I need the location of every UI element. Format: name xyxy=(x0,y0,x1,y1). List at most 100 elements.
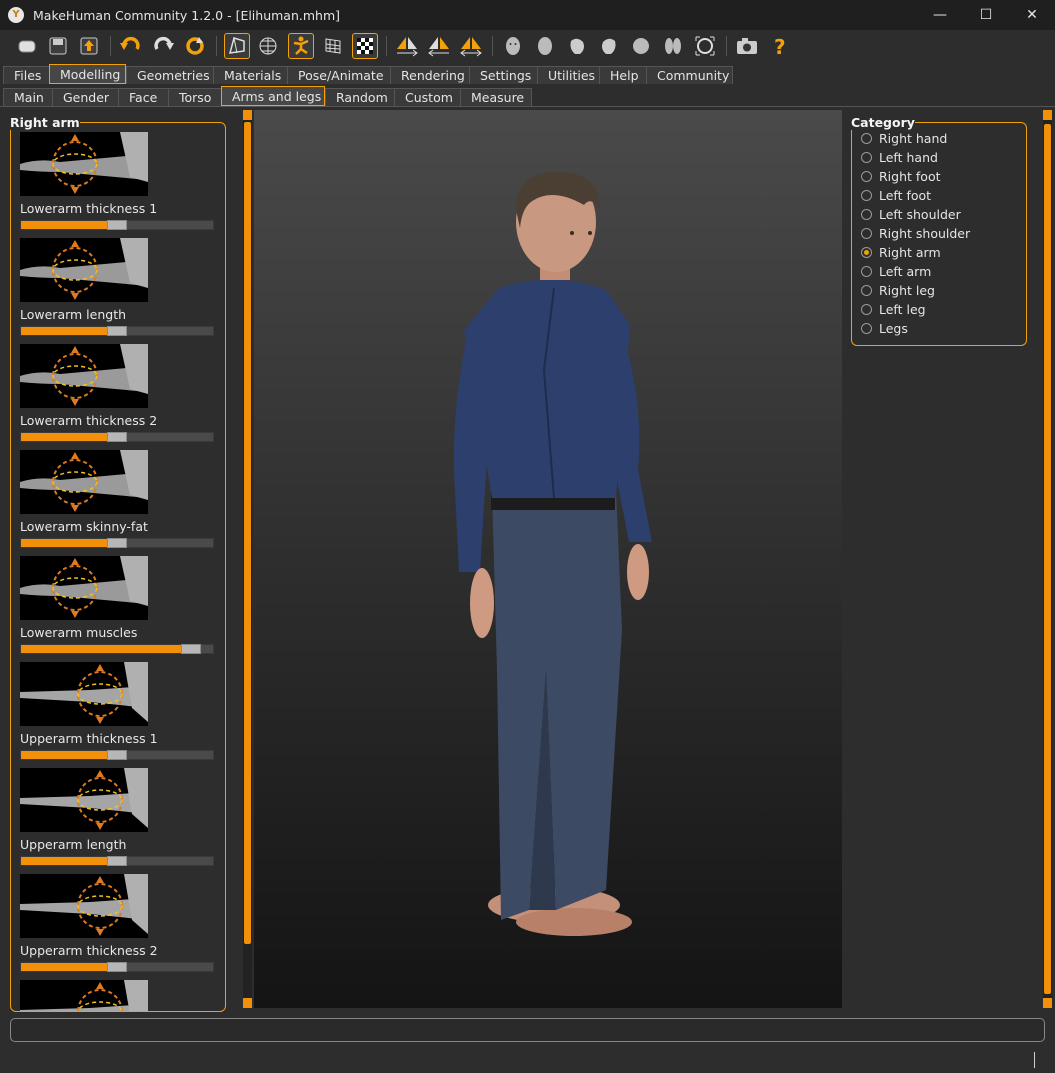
modifier-label: Lowerarm thickness 2 xyxy=(20,413,158,428)
modifier-slider[interactable] xyxy=(20,750,214,760)
smooth-icon[interactable] xyxy=(224,33,250,59)
category-option[interactable]: Left arm xyxy=(861,262,931,281)
pose-icon[interactable] xyxy=(288,33,314,59)
close-button[interactable]: ✕ xyxy=(1009,0,1055,30)
3d-viewport[interactable] xyxy=(254,110,842,1008)
subtab-custom[interactable]: Custom xyxy=(394,88,460,106)
category-option-label: Right leg xyxy=(879,283,935,298)
category-option-label: Right foot xyxy=(879,169,941,184)
slider-handle[interactable] xyxy=(107,750,127,760)
modifier-label: Lowerarm thickness 1 xyxy=(20,201,158,216)
modifier-slider[interactable] xyxy=(20,326,214,336)
modifier-item: Upperarm thickness 2 xyxy=(20,874,220,972)
modifier-slider[interactable] xyxy=(20,856,214,866)
modifier-slider[interactable] xyxy=(20,432,214,442)
slider-handle[interactable] xyxy=(107,856,127,866)
tab-pose-animate[interactable]: Pose/Animate xyxy=(287,66,390,84)
category-option[interactable]: Right foot xyxy=(861,167,941,186)
undo-icon[interactable] xyxy=(118,33,144,59)
radio-button[interactable] xyxy=(861,304,872,315)
bottom-view-icon[interactable] xyxy=(660,33,686,59)
radio-button[interactable] xyxy=(861,266,872,277)
modifier-thumbnail xyxy=(20,980,148,1011)
radio-button[interactable] xyxy=(861,247,872,258)
reset-icon[interactable] xyxy=(182,33,208,59)
tab-materials[interactable]: Materials xyxy=(213,66,287,84)
minimize-button[interactable]: — xyxy=(917,0,963,30)
panel-title: Right arm xyxy=(10,115,80,130)
reset-camera-icon[interactable] xyxy=(692,33,718,59)
slider-handle[interactable] xyxy=(107,326,127,336)
tab-settings[interactable]: Settings xyxy=(469,66,537,84)
tab-modelling[interactable]: Modelling xyxy=(49,64,126,84)
right-view-icon[interactable] xyxy=(596,33,622,59)
modifier-slider[interactable] xyxy=(20,962,214,972)
subtab-measure[interactable]: Measure xyxy=(460,88,532,106)
tab-utilities[interactable]: Utilities xyxy=(537,66,599,84)
slider-handle[interactable] xyxy=(107,538,127,548)
category-option[interactable]: Right leg xyxy=(861,281,935,300)
back-view-icon[interactable] xyxy=(532,33,558,59)
left-scrollbar[interactable] xyxy=(243,110,252,1008)
modifier-thumbnail xyxy=(20,344,148,408)
category-option[interactable]: Left leg xyxy=(861,300,926,319)
left-view-icon[interactable] xyxy=(564,33,590,59)
category-option[interactable]: Right shoulder xyxy=(861,224,970,243)
modifier-slider[interactable] xyxy=(20,644,214,654)
radio-button[interactable] xyxy=(861,323,872,334)
symmetry-icon[interactable] xyxy=(458,33,484,59)
slider-handle[interactable] xyxy=(181,644,201,654)
subtab-torso[interactable]: Torso xyxy=(168,88,221,106)
slider-handle[interactable] xyxy=(107,962,127,972)
symmetry-right-icon[interactable] xyxy=(394,33,420,59)
screenshot-icon[interactable] xyxy=(734,33,760,59)
subtab-main[interactable]: Main xyxy=(3,88,52,106)
modifier-slider[interactable] xyxy=(20,220,214,230)
export-icon[interactable] xyxy=(76,33,102,59)
top-view-icon[interactable] xyxy=(628,33,654,59)
tab-community[interactable]: Community xyxy=(646,66,733,84)
grid-icon[interactable] xyxy=(320,33,346,59)
category-option[interactable]: Left foot xyxy=(861,186,931,205)
sub-tab-bar: Main Gender Face Torso Arms and legs Ran… xyxy=(0,85,1055,106)
modifier-slider[interactable] xyxy=(20,538,214,548)
modifier-thumbnail xyxy=(20,874,148,938)
slider-handle[interactable] xyxy=(107,432,127,442)
radio-button[interactable] xyxy=(861,171,872,182)
new-icon[interactable] xyxy=(14,33,40,59)
subtab-gender[interactable]: Gender xyxy=(52,88,118,106)
radio-button[interactable] xyxy=(861,133,872,144)
maximize-button[interactable]: ☐ xyxy=(963,0,1009,30)
radio-button[interactable] xyxy=(861,152,872,163)
tab-files[interactable]: Files xyxy=(3,66,49,84)
slider-handle[interactable] xyxy=(107,220,127,230)
checker-icon[interactable] xyxy=(352,33,378,59)
slider-fill xyxy=(21,751,109,759)
radio-button[interactable] xyxy=(861,285,872,296)
subtab-random[interactable]: Random xyxy=(325,88,394,106)
radio-button[interactable] xyxy=(861,209,872,220)
radio-button[interactable] xyxy=(861,228,872,239)
tab-help[interactable]: Help xyxy=(599,66,646,84)
category-option[interactable]: Legs xyxy=(861,319,908,338)
subtab-face[interactable]: Face xyxy=(118,88,168,106)
symmetry-left-icon[interactable] xyxy=(426,33,452,59)
category-option[interactable]: Left shoulder xyxy=(861,205,961,224)
slider-fill xyxy=(21,857,109,865)
tab-rendering[interactable]: Rendering xyxy=(390,66,469,84)
subtab-arms-and-legs[interactable]: Arms and legs xyxy=(221,86,325,106)
category-option[interactable]: Left hand xyxy=(861,148,938,167)
wireframe-icon[interactable] xyxy=(255,33,281,59)
radio-button[interactable] xyxy=(861,190,872,201)
category-option-label: Left hand xyxy=(879,150,938,165)
save-icon[interactable] xyxy=(45,33,71,59)
category-option[interactable]: Right arm xyxy=(861,243,941,262)
right-scrollbar[interactable] xyxy=(1043,110,1052,1008)
modifier-item: Lowerarm length xyxy=(20,238,220,336)
help-icon[interactable]: ? xyxy=(766,33,792,59)
front-view-icon[interactable] xyxy=(500,33,526,59)
redo-icon[interactable] xyxy=(150,33,176,59)
modifier-label: Upperarm thickness 2 xyxy=(20,943,158,958)
category-option[interactable]: Right hand xyxy=(861,129,947,148)
tab-geometries[interactable]: Geometries xyxy=(126,66,213,84)
